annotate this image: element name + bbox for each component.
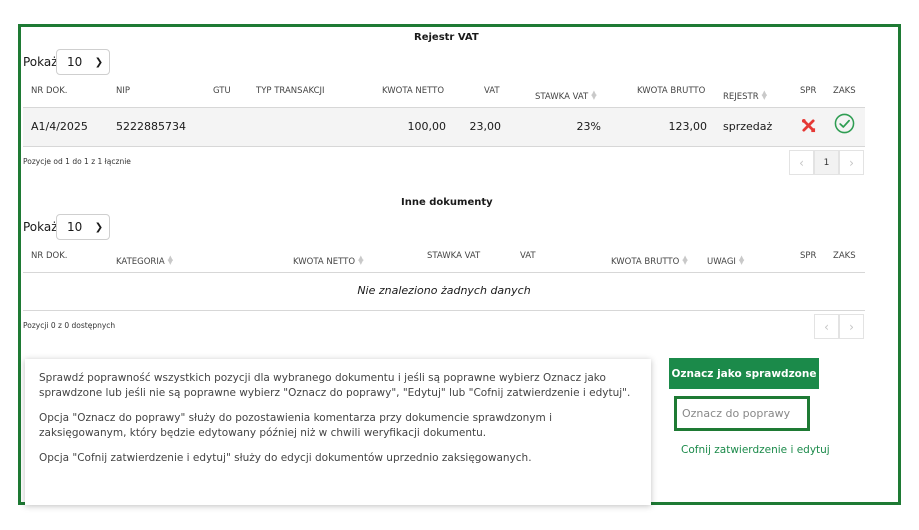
- info-box: Sprawdź poprawność wszystkich pozycji dl…: [25, 359, 651, 505]
- col-kategoria-header[interactable]: KATEGORIA ▲ ▼: [116, 249, 173, 268]
- chevron-right-icon: ›: [849, 319, 854, 334]
- col-uwagi: UWAGI: [707, 257, 736, 267]
- col-kategoria: KATEGORIA: [116, 257, 165, 267]
- chevron-down-icon: ❯: [94, 56, 104, 68]
- vat-register-title: Rejestr VAT: [414, 32, 479, 43]
- chevron-left-icon: ‹: [799, 155, 804, 170]
- sort-icon: ▲ ▼: [591, 88, 597, 101]
- cell-kwota-netto: 100,00: [407, 120, 447, 133]
- col-kwota-netto-header[interactable]: KWOTA NETTO ▲ ▼: [293, 249, 363, 268]
- cell-kwota-brutto: 123,00: [668, 120, 708, 133]
- vat-next-page-button[interactable]: ›: [839, 150, 864, 175]
- cell-rejestr: sprzedaż: [723, 120, 773, 133]
- sort-icon: ▲ ▼: [358, 253, 364, 266]
- row-divider: [23, 146, 865, 147]
- chevron-down-icon: ❯: [94, 221, 104, 233]
- col-zaks[interactable]: ZAKS: [833, 251, 856, 261]
- info-paragraph-3: Opcja "Cofnij zatwierdzenie i edytuj" sł…: [39, 452, 532, 464]
- cell-vat: 23,00: [469, 120, 502, 133]
- col-vat[interactable]: VAT: [520, 251, 536, 261]
- info-paragraph-2: Opcja "Oznacz do poprawy" służy do pozos…: [39, 412, 552, 439]
- sort-icon: ▲ ▼: [167, 253, 174, 266]
- col-kwota-netto: KWOTA NETTO: [293, 257, 356, 267]
- vat-page-number: 1: [823, 157, 830, 168]
- main-frame: Rejestr VAT Pokaż 10 ❯ NR DOK. NIP GTU T…: [18, 24, 901, 505]
- revert-edit-link[interactable]: Cofnij zatwierdzenie i edytuj: [681, 444, 830, 456]
- vat-page-1-button[interactable]: 1: [814, 150, 839, 175]
- mark-to-fix-button[interactable]: Oznacz do poprawy: [674, 396, 810, 431]
- empty-message: Nie znaleziono żadnych danych: [357, 284, 531, 297]
- other-page-size-select[interactable]: 10 ❯: [56, 214, 110, 240]
- col-spr[interactable]: SPR: [800, 86, 816, 96]
- cell-nr-dok: A1/4/2025: [31, 120, 88, 133]
- vat-summary: Pozycje od 1 do 1 z 1 łącznie: [23, 157, 131, 166]
- sort-icon: ▲ ▼: [738, 253, 745, 266]
- col-typ-transakcji[interactable]: TYP TRANSAKCJI: [256, 86, 325, 96]
- col-kwota-netto[interactable]: KWOTA NETTO: [382, 86, 444, 96]
- chevron-left-icon: ‹: [824, 319, 829, 334]
- col-vat[interactable]: VAT: [484, 86, 500, 96]
- col-rejestr: REJESTR: [723, 92, 759, 102]
- other-docs-title: Inne dokumenty: [401, 197, 493, 208]
- sort-icon: ▲ ▼: [682, 253, 688, 266]
- tools-icon[interactable]: [801, 118, 816, 137]
- col-nr-dok[interactable]: NR DOK.: [31, 86, 67, 96]
- other-summary: Pozycji 0 z 0 dostępnych: [23, 321, 116, 330]
- col-kwota-brutto[interactable]: KWOTA BRUTTO: [637, 86, 705, 96]
- col-gtu[interactable]: GTU: [213, 86, 231, 96]
- vat-page-size-value: 10: [67, 55, 83, 69]
- mark-checked-button[interactable]: Oznacz jako sprawdzone: [669, 358, 819, 389]
- col-kwota-brutto-header[interactable]: KWOTA BRUTTO ▲ ▼: [611, 249, 688, 268]
- other-next-page-button[interactable]: ›: [839, 314, 864, 339]
- col-stawka-vat[interactable]: STAWKA VAT: [427, 251, 480, 261]
- col-stawka-vat: STAWKA VAT: [535, 92, 589, 102]
- cell-stawka-vat: 23%: [576, 120, 601, 133]
- other-show-label: Pokaż: [23, 220, 58, 234]
- sort-icon: ▲ ▼: [761, 88, 768, 101]
- col-spr[interactable]: SPR: [800, 251, 816, 261]
- col-rejestr-header[interactable]: REJESTR ▲ ▼: [723, 84, 767, 103]
- check-circle-icon[interactable]: [834, 113, 855, 138]
- header-divider: [23, 272, 865, 273]
- col-nip[interactable]: NIP: [116, 86, 130, 96]
- row-divider: [23, 310, 865, 311]
- col-kwota-brutto: KWOTA BRUTTO: [611, 257, 680, 267]
- col-zaks[interactable]: ZAKS: [833, 86, 856, 96]
- col-stawka-vat-header[interactable]: STAWKA VAT ▲ ▼: [535, 84, 597, 103]
- other-prev-page-button[interactable]: ‹: [814, 314, 839, 339]
- col-nr-dok[interactable]: NR DOK.: [31, 251, 67, 261]
- chevron-right-icon: ›: [849, 155, 854, 170]
- info-paragraph-1: Sprawdź poprawność wszystkich pozycji dl…: [39, 372, 631, 399]
- vat-prev-page-button[interactable]: ‹: [789, 150, 814, 175]
- other-page-size-value: 10: [67, 220, 83, 234]
- cell-nip: 5222885734: [116, 120, 186, 133]
- col-uwagi-header[interactable]: UWAGI ▲ ▼: [707, 249, 744, 268]
- vat-page-size-select[interactable]: 10 ❯: [56, 49, 110, 75]
- vat-show-label: Pokaż: [23, 55, 58, 69]
